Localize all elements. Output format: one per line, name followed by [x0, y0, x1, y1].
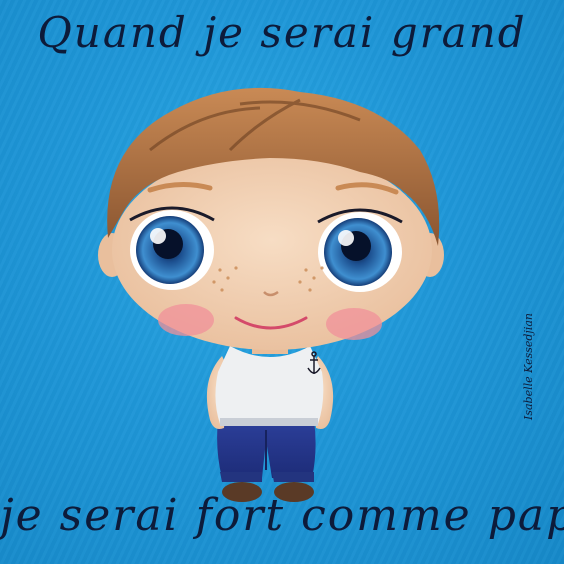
painting-title-bottom: je serai fort comme papa. — [0, 490, 564, 541]
boy-illustration — [98, 87, 444, 502]
painting-canvas: Quand je serai grand je serai fort comme… — [0, 0, 564, 564]
artist-signature: Isabelle Kessedjian — [522, 313, 535, 420]
jeans — [217, 420, 316, 482]
left-cheek — [158, 304, 214, 336]
right-cheek — [326, 308, 382, 340]
tank-top — [215, 346, 324, 426]
